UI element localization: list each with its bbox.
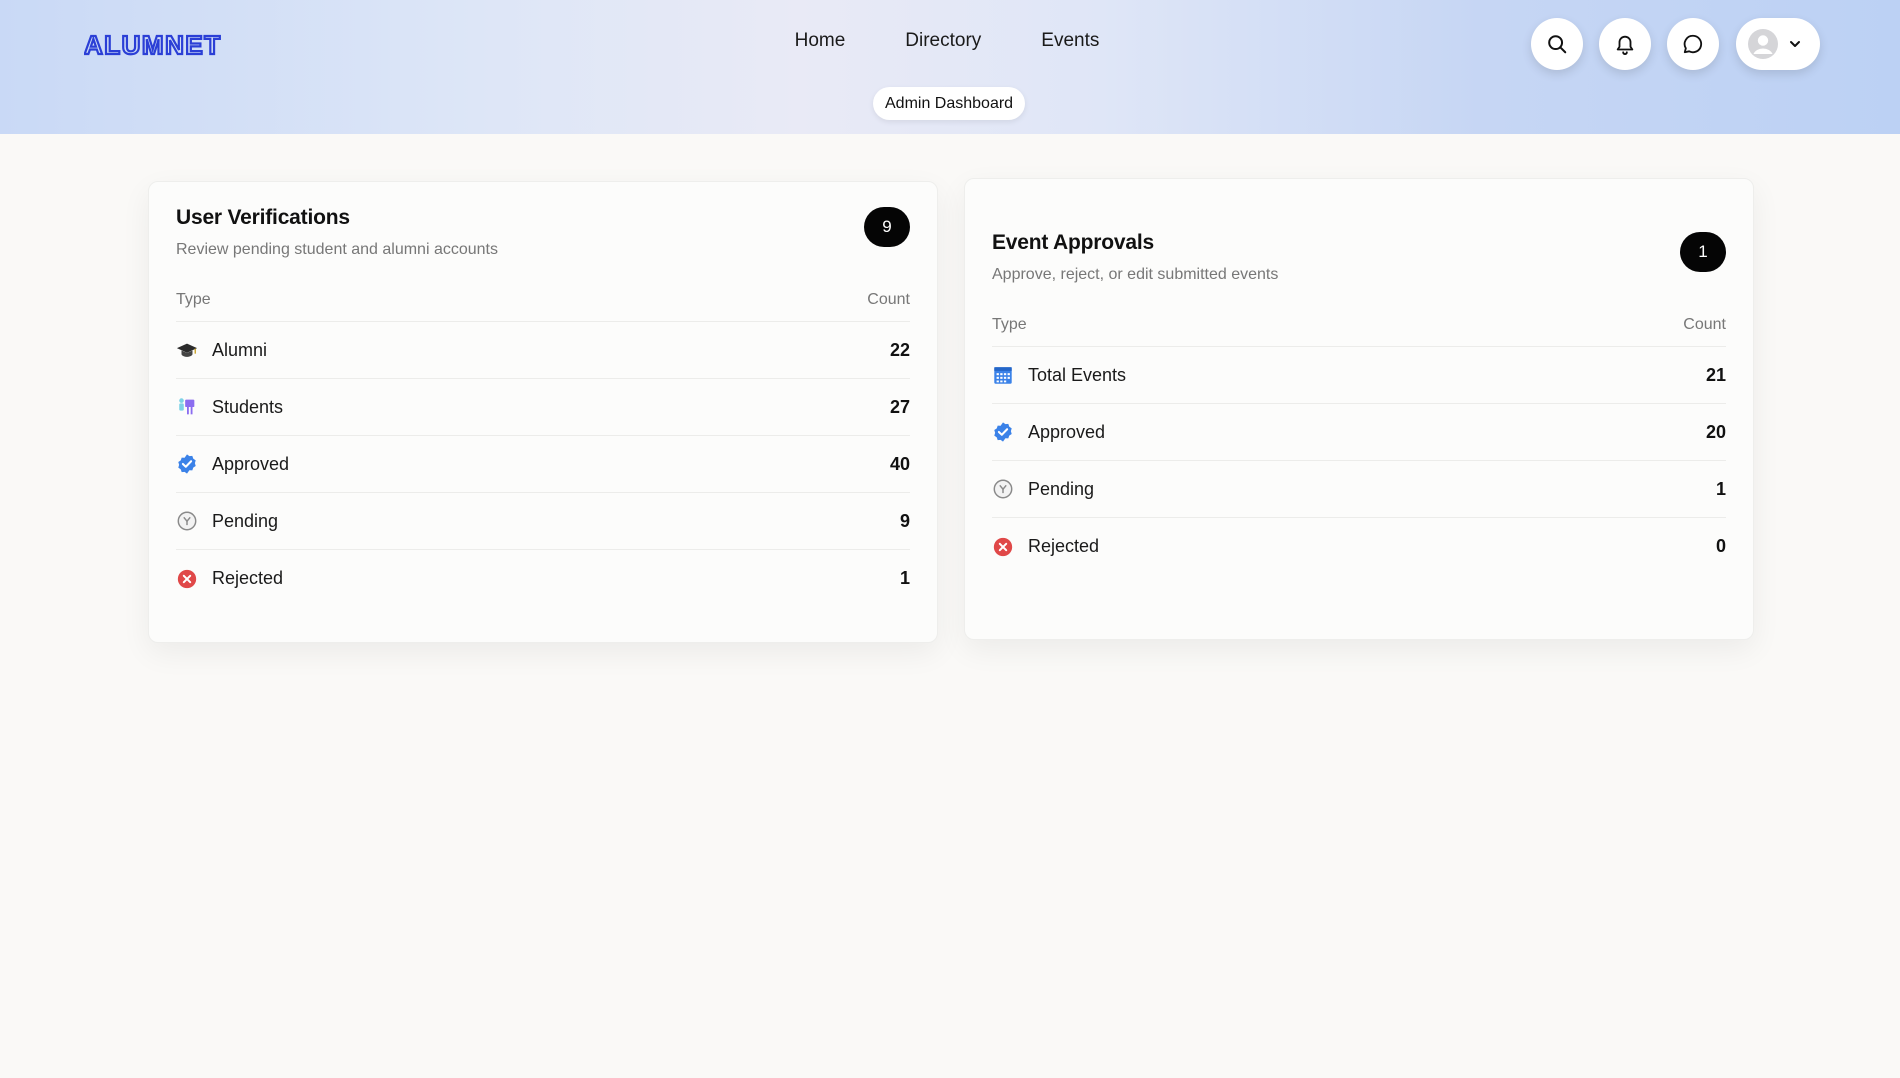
table-row[interactable]: Approved 40	[176, 436, 910, 493]
chat-icon	[1683, 34, 1703, 54]
table-row[interactable]: Total Events 21	[992, 347, 1726, 404]
row-count: 21	[1705, 364, 1726, 385]
column-type: Type	[992, 316, 1027, 333]
profile-menu-button[interactable]	[1736, 18, 1820, 70]
card-subtitle: Review pending student and alumni accoun…	[176, 241, 498, 258]
user-verifications-table: Type Count Alumni 22 Students 27 Approve…	[176, 279, 910, 607]
row-label: Rejected	[212, 568, 284, 588]
rejected-x-icon	[176, 568, 198, 590]
row-count: 9	[899, 510, 910, 531]
pending-clock-icon	[992, 478, 1014, 500]
nav-events[interactable]: Events	[1041, 30, 1099, 52]
pending-count-badge: 9	[864, 207, 910, 247]
table-row[interactable]: Alumni 22	[176, 322, 910, 379]
card-title: User Verifications	[176, 206, 350, 229]
calendar-icon	[992, 364, 1014, 386]
user-verifications-card: User Verifications Review pending studen…	[148, 181, 938, 643]
row-label: Rejected	[1028, 536, 1100, 556]
graduation-cap-icon	[176, 339, 198, 361]
column-type: Type	[176, 291, 211, 308]
search-button[interactable]	[1531, 18, 1583, 70]
table-row[interactable]: Pending 1	[992, 461, 1726, 518]
column-count: Count	[1683, 316, 1726, 333]
students-icon	[176, 396, 198, 418]
row-label: Alumni	[212, 339, 268, 360]
table-header: Type Count	[176, 279, 910, 322]
row-count: 20	[1705, 421, 1726, 442]
row-label: Pending	[212, 510, 279, 531]
row-label: Students	[212, 396, 284, 417]
row-count: 27	[889, 396, 910, 417]
verified-check-icon	[992, 421, 1014, 443]
search-icon	[1548, 35, 1567, 54]
table-row[interactable]: Rejected 1	[176, 550, 910, 607]
row-label: Approved	[212, 453, 290, 474]
logo-text: ALUMNET	[84, 30, 222, 60]
row-count: 0	[1715, 536, 1726, 556]
top-header: ALUMNET Home Directory Events Admin Dash…	[0, 0, 1900, 134]
table-header: Type Count	[992, 304, 1726, 347]
event-approvals-card: Event Approvals Approve, reject, or edit…	[964, 178, 1754, 640]
nav-home[interactable]: Home	[795, 30, 846, 52]
admin-dashboard-link[interactable]: Admin Dashboard	[873, 87, 1026, 120]
row-label: Pending	[1028, 478, 1095, 499]
table-row[interactable]: Students 27	[176, 379, 910, 436]
verified-check-icon	[176, 453, 198, 475]
row-count: 40	[889, 453, 910, 474]
table-row[interactable]: Approved 20	[992, 404, 1726, 461]
card-title: Event Approvals	[992, 231, 1154, 254]
pending-count-badge: 1	[1680, 232, 1726, 272]
table-row[interactable]: Rejected 0	[992, 518, 1726, 575]
column-count: Count	[867, 291, 910, 308]
row-label: Approved	[1028, 421, 1106, 442]
avatar-icon	[1748, 29, 1778, 59]
row-count: 1	[1715, 478, 1726, 499]
pending-clock-icon	[176, 510, 198, 532]
alumnet-logo[interactable]: ALUMNET	[84, 30, 244, 60]
chevron-down-icon	[1790, 41, 1800, 47]
messages-button[interactable]	[1667, 18, 1719, 70]
row-count: 1	[899, 568, 910, 588]
nav-directory[interactable]: Directory	[905, 30, 981, 52]
row-count: 22	[889, 339, 910, 360]
rejected-x-icon	[992, 536, 1014, 558]
bell-icon	[1616, 35, 1634, 55]
event-approvals-table: Type Count Total Events 21 Approved 20 P…	[992, 304, 1726, 575]
row-label: Total Events	[1028, 364, 1127, 385]
table-row[interactable]: Pending 9	[176, 493, 910, 550]
notifications-button[interactable]	[1599, 18, 1651, 70]
card-subtitle: Approve, reject, or edit submitted event…	[992, 266, 1279, 283]
